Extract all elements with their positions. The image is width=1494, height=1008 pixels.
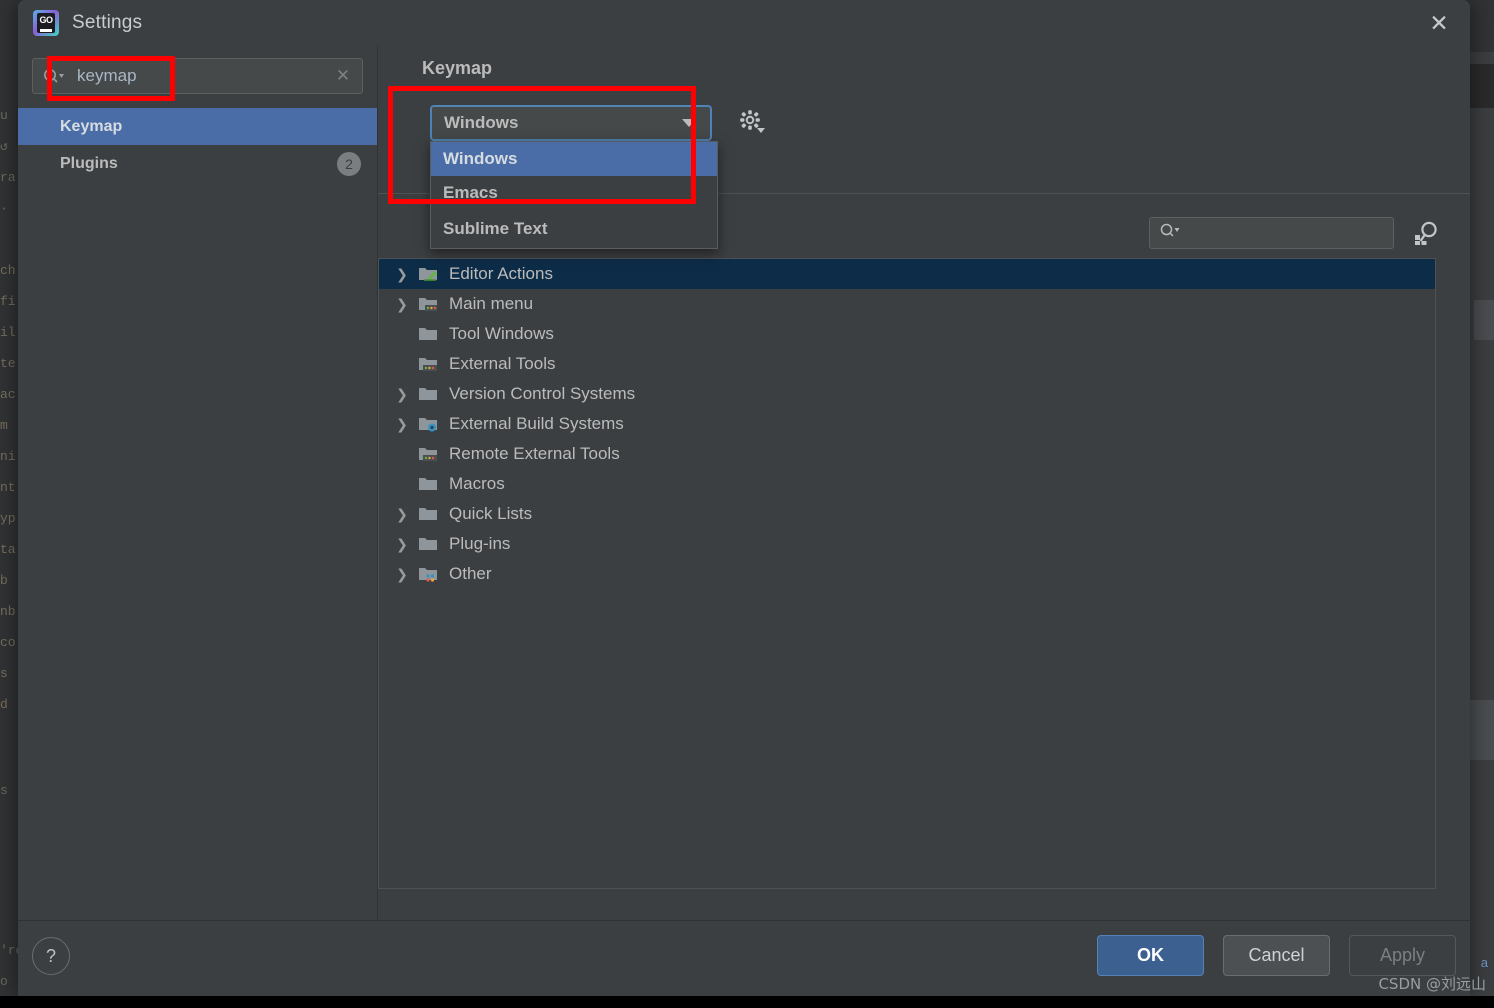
keymap-option-sublime-text[interactable]: Sublime Text [431,210,717,248]
folder-icon [415,536,441,552]
sidebar-item-plugins[interactable]: Plugins 2 [18,145,377,182]
dialog-titlebar: GO Settings ✕ [18,0,1470,45]
tree-row[interactable]: Macros [379,469,1435,499]
tree-row[interactable]: ❯ Editor Actions [379,259,1435,289]
keymap-option-label: Sublime Text [443,219,548,238]
folder-menu-icon [415,296,441,312]
sidebar-items-list: Keymap Plugins 2 [18,108,377,182]
tree-row-label: Macros [449,474,505,493]
shortcut-find-toolbar [1149,217,1444,249]
folder-tools-icon [415,446,441,462]
cancel-button[interactable]: Cancel [1223,935,1330,976]
keymap-option-windows[interactable]: Windows [431,142,717,176]
tree-row[interactable]: ❯ Plug-ins [379,529,1435,559]
tree-row[interactable]: Tool Windows [379,319,1435,349]
chevron-right-icon[interactable]: ❯ [389,506,415,523]
apply-button: Apply [1349,935,1456,976]
plugins-count-badge: 2 [337,151,361,176]
tree-row[interactable]: Remote External Tools [379,439,1435,469]
settings-search-box[interactable]: ✕ [32,58,363,94]
tree-row-label: External Tools [449,354,556,373]
clear-icon[interactable]: ✕ [330,66,356,86]
sidebar-item-label: Keymap [60,117,123,135]
background-bottom-bar [0,996,1494,1008]
tree-row[interactable]: ❯ Version Control Systems [379,379,1435,409]
help-button[interactable]: ? [32,937,70,975]
keymap-option-label: Emacs [443,183,498,202]
keymap-settings-panel: Keymap Windows Windows Emacs Sublime Tex… [378,45,1470,921]
tree-row-label: Remote External Tools [449,444,620,463]
dialog-button-row: OK Cancel Apply [1097,935,1456,976]
screen-root: u ↺ ra · ch fi il te ac m ni nt yp ta b … [0,0,1494,1008]
background-tab-label: a [1480,955,1488,970]
keymap-select-value: Windows [444,113,519,132]
sidebar-item-label: Plugins [60,154,118,172]
chevron-right-icon[interactable]: ❯ [389,566,415,583]
folder-build-icon [415,416,441,432]
tree-row-label: Quick Lists [449,504,533,523]
search-dropdown-icon [1160,223,1182,243]
tree-row-label: Tool Windows [449,324,554,343]
search-icon [43,68,65,84]
tree-row[interactable]: ❯ Quick Lists [379,499,1435,529]
tree-row-label: Plug-ins [449,534,511,553]
keymap-option-emacs[interactable]: Emacs [431,176,717,210]
dialog-title: Settings [72,11,143,33]
ok-button[interactable]: OK [1097,935,1204,976]
chevron-right-icon[interactable]: ❯ [389,386,415,403]
folder-icon [415,386,441,402]
tree-row[interactable]: ❯ External Build Systems [379,409,1435,439]
shortcut-search-input[interactable] [1190,224,1393,242]
goland-logo-icon: GO [33,9,59,36]
keymap-select[interactable]: Windows [430,105,712,141]
tree-row[interactable]: External Tools [379,349,1435,379]
folder-icon [415,326,441,342]
folder-editor-icon [415,266,441,282]
gear-settings-icon[interactable] [736,107,770,139]
keymap-option-label: Windows [443,149,518,168]
settings-sidebar: ✕ Keymap Plugins 2 [18,45,378,921]
chevron-right-icon[interactable]: ❯ [389,416,415,433]
shortcut-search-box[interactable] [1149,217,1394,249]
tree-rows-container: ❯ Editor Actions ❯ Main menu Tool Windows Ext… [379,259,1435,589]
dialog-footer: ? OK Cancel Apply [18,920,1470,996]
settings-search-input[interactable] [75,65,330,87]
chevron-right-icon[interactable]: ❯ [389,266,415,283]
tree-row-label: Other [449,564,492,583]
folder-other-icon [415,566,441,582]
keymap-action-tree[interactable]: ❯ Editor Actions ❯ Main menu Tool Windows Ext… [378,258,1436,889]
folder-icon [415,476,441,492]
close-icon[interactable]: ✕ [1422,6,1456,40]
page-title: Keymap [422,58,493,78]
sidebar-item-keymap[interactable]: Keymap [18,108,377,145]
keymap-dropdown-list: Windows Emacs Sublime Text [430,141,718,249]
tree-row-label: External Build Systems [449,414,624,433]
csdn-watermark: CSDN @刘远山 [1378,975,1486,993]
settings-dialog: GO Settings ✕ ✕ [18,0,1470,996]
tree-row-label: Version Control Systems [449,384,636,403]
sidebar-search-wrap: ✕ [32,58,363,94]
folder-icon [415,506,441,522]
tree-row-label: Main menu [449,294,534,313]
folder-tools-icon [415,356,441,372]
find-shortcut-by-key-icon[interactable] [1410,217,1444,249]
tree-row[interactable]: ❯ Other [379,559,1435,589]
chevron-right-icon[interactable]: ❯ [389,536,415,553]
tree-row-label: Editor Actions [449,264,553,283]
tree-row[interactable]: ❯ Main menu [379,289,1435,319]
chevron-right-icon[interactable]: ❯ [389,296,415,313]
chevron-down-icon [682,119,696,127]
